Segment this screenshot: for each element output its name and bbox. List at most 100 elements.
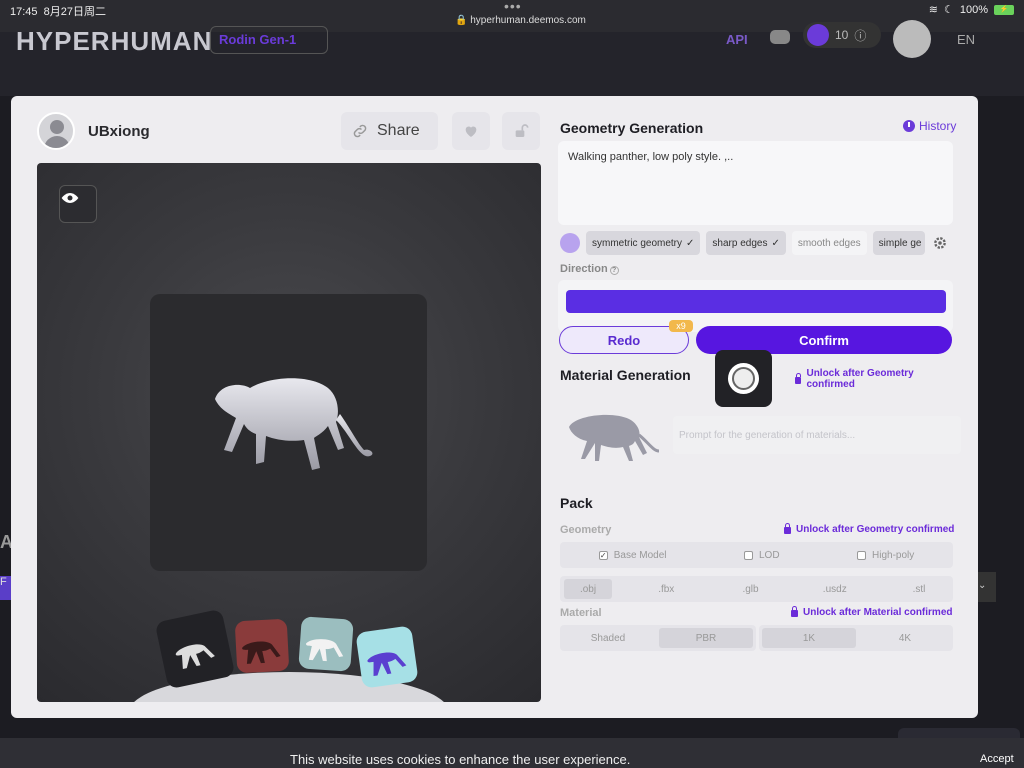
resolution-4k[interactable]: 4K	[860, 628, 950, 648]
resolution-1k[interactable]: 1K	[762, 628, 856, 648]
option-high-poly[interactable]: High-poly	[857, 550, 914, 561]
format-glb[interactable]: .glb	[721, 579, 781, 599]
avatar-body	[44, 136, 70, 148]
material-preview-thumb	[569, 414, 660, 461]
format-stl[interactable]: .stl	[889, 579, 949, 599]
variant-thumbnail[interactable]	[355, 625, 419, 689]
battery-icon: ⚡	[994, 4, 1014, 15]
clock-icon	[903, 120, 915, 132]
credits-pill[interactable]: 10 ⓘ	[803, 22, 881, 48]
tag-sharp-edges[interactable]: sharp edges ✓	[706, 231, 786, 255]
gear-icon[interactable]	[933, 236, 947, 250]
pack-geometry-unlock: Unlock after Geometry confirmed	[784, 523, 954, 535]
checkbox[interactable]: ✓	[598, 550, 608, 560]
model-detail-modal: UBxiong Share Geometry Generation Histor…	[11, 96, 978, 718]
background-dropdown[interactable]: ⌄	[978, 572, 996, 602]
panther-thumb-icon	[367, 652, 407, 676]
cookie-accept-button[interactable]: Accept	[980, 753, 1014, 765]
checkbox[interactable]	[743, 550, 753, 560]
more-dots-icon[interactable]: •••	[504, 0, 522, 14]
variant-thumbnail[interactable]	[154, 608, 236, 690]
model-viewer[interactable]	[37, 163, 541, 702]
credits-count: 10	[835, 28, 849, 42]
check-icon: ✓	[686, 237, 695, 249]
pack-material-label: Material	[560, 607, 602, 619]
format-selector: .obj .fbx .glb .usdz .stl	[560, 576, 953, 602]
tag-simple-geometry[interactable]: simple ge	[872, 231, 925, 255]
share-button[interactable]: Share	[341, 112, 438, 150]
info-icon: ⓘ	[854, 28, 867, 43]
site-logo[interactable]: HYPERHUMAN	[16, 26, 212, 57]
direction-bar[interactable]	[566, 290, 946, 313]
privacy-button[interactable]	[502, 112, 540, 150]
panther-thumb-icon	[175, 643, 215, 669]
header-avatar[interactable]	[893, 20, 931, 58]
panther-thumb-icon	[306, 638, 344, 661]
mode-shaded[interactable]: Shaded	[563, 628, 653, 648]
eye-icon	[61, 193, 79, 203]
unlock-icon	[515, 124, 529, 137]
option-lod[interactable]: LOD	[743, 550, 780, 561]
variant-thumbnail[interactable]	[298, 616, 354, 672]
cookie-text: This website uses cookies to enhance the…	[290, 752, 631, 767]
status-time: 17:45 8月27日周二	[10, 6, 107, 18]
geometry-prompt[interactable]: Walking panther, low poly style. ,..	[558, 141, 953, 225]
material-unlock-note: Unlock after Geometry confirmed	[795, 368, 953, 390]
record-icon	[728, 363, 759, 394]
material-title: Material Generation	[560, 367, 691, 383]
link-icon	[353, 124, 367, 138]
share-label: Share	[377, 122, 420, 139]
battery-percent: 100%	[959, 3, 988, 16]
language-switch[interactable]: EN	[957, 32, 975, 47]
history-link[interactable]: History	[903, 119, 956, 133]
direction-label: Direction?	[560, 263, 619, 275]
tags-row: symmetric geometry ✓ sharp edges ✓ smooth …	[560, 231, 956, 255]
visibility-button[interactable]	[59, 185, 97, 223]
address-bar[interactable]: 🔒 hyperhuman.deemos.com	[455, 15, 586, 26]
model-preview[interactable]	[150, 294, 427, 571]
cookie-banner: This website uses cookies to enhance the…	[0, 738, 1024, 768]
format-usdz[interactable]: .usdz	[805, 579, 865, 599]
help-icon: ?	[609, 266, 619, 275]
lock-icon	[791, 606, 798, 617]
mode-pbr[interactable]: PBR	[659, 628, 753, 648]
tag-symmetric-geometry[interactable]: symmetric geometry ✓	[586, 231, 701, 255]
check-icon: ✓	[771, 237, 780, 249]
option-base-model[interactable]: ✓ Base Model	[598, 550, 667, 561]
geometry-options: ✓ Base Model LOD High-poly	[560, 542, 953, 568]
api-link[interactable]: API	[726, 32, 748, 47]
background-filter-button[interactable]: F	[0, 576, 11, 600]
moon-icon: ☾	[943, 4, 954, 16]
material-prompt-input[interactable]	[673, 416, 961, 454]
discord-icon[interactable]	[770, 30, 790, 44]
user-avatar[interactable]	[37, 112, 75, 150]
site-header: HYPERHUMAN Rodin Gen-1 API 10 ⓘ EN	[0, 20, 1024, 96]
geometry-title: Geometry Generation	[560, 120, 704, 136]
pack-geometry-label: Geometry	[560, 524, 612, 536]
wallet-icon	[807, 24, 829, 46]
filter-icon[interactable]	[560, 233, 580, 253]
format-fbx[interactable]: .fbx	[636, 579, 696, 599]
redo-count-badge: x9	[669, 320, 693, 332]
panther-model	[215, 378, 373, 470]
status-right: ≋ ☾ 100% ⚡	[929, 3, 1014, 16]
checkbox[interactable]	[857, 550, 866, 560]
resolution-selector: 1K 4K	[759, 625, 953, 651]
product-badge[interactable]: Rodin Gen-1	[210, 26, 328, 54]
wifi-icon: ≋	[928, 4, 938, 16]
username[interactable]: UBxiong	[88, 123, 150, 140]
panther-thumb-icon	[242, 640, 281, 664]
like-button[interactable]	[452, 112, 490, 150]
avatar-head	[50, 120, 64, 134]
pack-material-unlock: Unlock after Material confirmed	[791, 606, 952, 618]
heart-icon	[465, 126, 477, 137]
lock-icon	[795, 372, 802, 384]
screen-record-button[interactable]	[715, 350, 772, 407]
format-obj[interactable]: .obj	[564, 579, 612, 599]
tag-smooth-edges[interactable]: smooth edges	[791, 231, 867, 255]
variant-thumbnail[interactable]	[234, 618, 290, 674]
material-mode-selector: Shaded PBR	[560, 625, 756, 651]
direction-selector[interactable]	[558, 280, 953, 332]
lock-icon	[784, 523, 791, 534]
history-label: History	[919, 119, 957, 133]
